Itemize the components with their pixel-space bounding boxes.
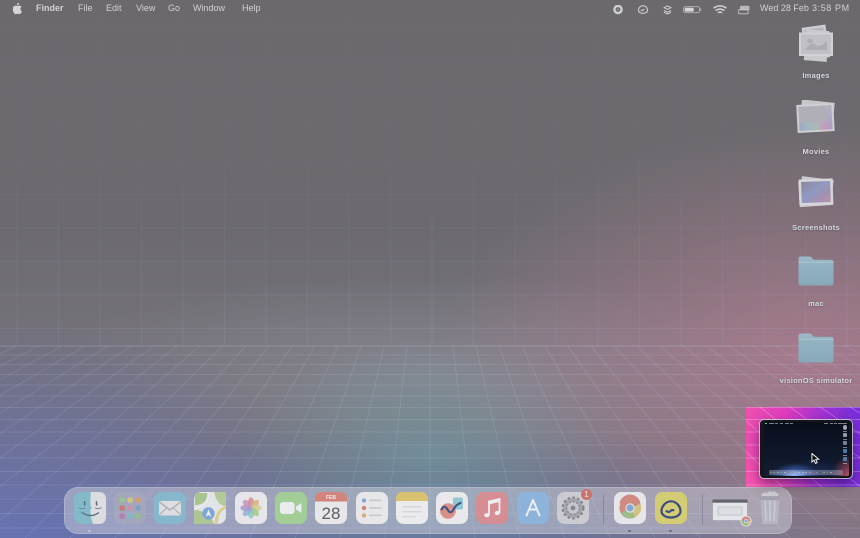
svg-text:FEB: FEB <box>326 495 336 501</box>
svg-text:28: 28 <box>322 504 341 523</box>
